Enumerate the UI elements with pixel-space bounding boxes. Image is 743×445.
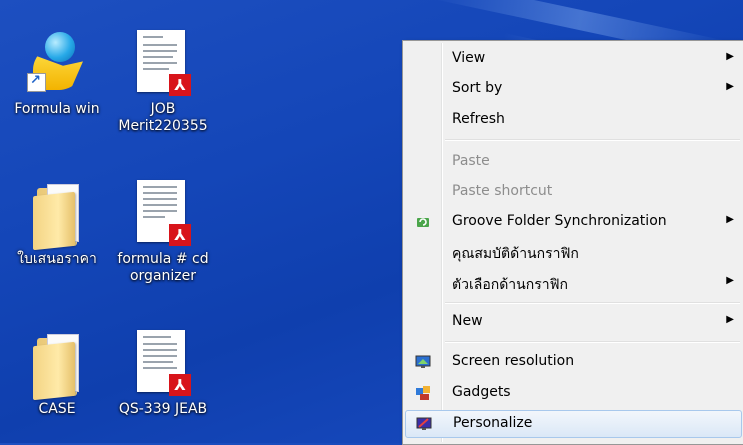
folder-icon: [27, 180, 87, 251]
submenu-arrow-icon: ▶: [726, 51, 734, 62]
menu-item-new[interactable]: New ▶: [405, 309, 742, 335]
menu-item-graphics-properties[interactable]: คุณสมบัติด้านกราฟิก: [405, 239, 742, 265]
desktop-icon-label: formula # cd organizer: [117, 251, 209, 284]
menu-item-paste-shortcut: Paste shortcut: [452, 183, 553, 199]
desktop[interactable]: Formula win ⅄ JOB Merit220355 ใบเสนอราคา…: [0, 0, 743, 445]
gadgets-icon: [415, 385, 431, 401]
personalize-icon: [416, 416, 432, 432]
desktop-icon-label: Formula win: [14, 101, 100, 117]
menu-item-personalize[interactable]: Personalize: [405, 410, 742, 438]
pdf-file-icon: ⅄: [133, 30, 193, 98]
shortcut-arrow-icon: [27, 73, 46, 92]
desktop-icon-case-folder[interactable]: CASE: [0, 330, 116, 418]
desktop-icon-cd-organizer[interactable]: ⅄ formula # cd organizer: [98, 180, 228, 285]
desktop-icon-formula-win[interactable]: Formula win: [0, 30, 116, 118]
menu-item-graphics-options[interactable]: ตัวเลือกด้านกราฟิก ▶: [405, 270, 742, 296]
desktop-icon-qs-339[interactable]: ⅄ QS-339 JEAB: [104, 330, 222, 418]
menu-item-gadgets[interactable]: Gadgets: [405, 380, 742, 406]
menu-item-paste: Paste: [452, 153, 490, 169]
pdf-file-icon: ⅄: [133, 330, 193, 398]
folder-icon: [27, 330, 87, 401]
menu-item-sort-by[interactable]: Sort by ▶: [405, 76, 742, 102]
groove-sync-icon: [415, 214, 431, 230]
desktop-icon-label: CASE: [38, 401, 76, 417]
submenu-arrow-icon: ▶: [726, 214, 734, 225]
menu-item-groove-sync[interactable]: Groove Folder Synchronization ▶: [405, 209, 742, 235]
desktop-icon-job-merit[interactable]: ⅄ JOB Merit220355: [104, 30, 222, 135]
desktop-icon-label: JOB Merit220355: [118, 101, 208, 134]
menu-item-view[interactable]: View ▶: [405, 46, 742, 72]
submenu-arrow-icon: ▶: [726, 314, 734, 325]
submenu-arrow-icon: ▶: [726, 275, 734, 286]
menu-separator: [445, 139, 740, 141]
formula-app-icon: [27, 30, 87, 98]
pdf-file-icon: ⅄: [133, 180, 193, 248]
menu-item-screen-resolution[interactable]: Screen resolution: [405, 349, 742, 375]
desktop-icon-label: QS-339 JEAB: [118, 401, 208, 417]
menu-separator: [445, 302, 740, 304]
desktop-context-menu: View ▶ Sort by ▶ Refresh Paste Paste sho…: [402, 40, 743, 445]
menu-item-refresh[interactable]: Refresh: [405, 107, 742, 133]
menu-separator: [445, 341, 740, 343]
monitor-icon: [415, 354, 431, 370]
submenu-arrow-icon: ▶: [726, 81, 734, 92]
